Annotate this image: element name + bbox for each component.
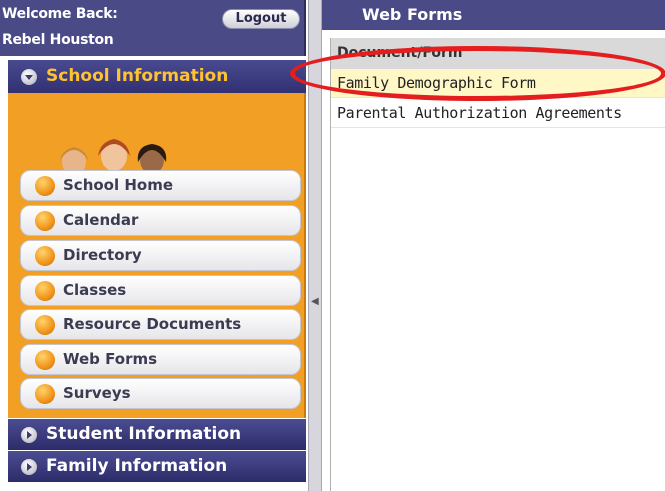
nav-web-forms[interactable]: Web Forms [20,344,301,375]
nav-calendar[interactable]: Calendar [20,205,301,236]
main-content: Web Forms Document/Form Family Demograph… [322,0,665,491]
nav-label: Directory [63,246,142,264]
chevron-right-icon [21,427,37,443]
section-student-information[interactable]: Student Information [8,419,306,450]
panel-splitter[interactable]: ◀ [308,0,322,491]
nav-classes[interactable]: Classes [20,275,301,306]
nav-label: Calendar [63,211,139,229]
collapse-arrow-icon[interactable]: ◀ [311,296,319,307]
section-label: School Information [46,66,229,86]
nav-school-home[interactable]: School Home [20,170,301,201]
nav-resource-documents[interactable]: Resource Documents [20,309,301,340]
section-school-information[interactable]: School Information [8,60,306,93]
orange-bullet-icon [35,176,55,196]
orange-bullet-icon [35,350,55,370]
section-label: Family Information [46,456,228,476]
table-row[interactable]: Parental Authorization Agreements [331,99,665,128]
welcome-greeting: Welcome Back: [2,6,118,22]
nav-label: School Home [63,176,174,194]
nav-label: Web Forms [63,350,158,368]
app-window: Welcome Back: Rebel Houston Logout Schoo… [0,0,665,491]
sidebar: Welcome Back: Rebel Houston Logout Schoo… [0,0,306,491]
user-name: Rebel Houston [2,32,114,48]
orange-bullet-icon [35,246,55,266]
nav-directory[interactable]: Directory [20,240,301,271]
section-label: Student Information [46,424,242,444]
column-header-document-form[interactable]: Document/Form [331,38,665,69]
nav-label: Resource Documents [63,315,242,333]
table-row[interactable]: Family Demographic Form [331,69,665,98]
school-info-panel: School Home Calendar Directory Classes R… [8,93,306,418]
forms-table: Document/Form Family Demographic Form Pa… [330,38,665,491]
orange-bullet-icon [35,281,55,301]
nav-surveys[interactable]: Surveys [20,378,301,409]
orange-bullet-icon [35,211,55,231]
logout-button[interactable]: Logout [222,9,300,29]
chevron-right-icon [21,459,37,475]
section-family-information[interactable]: Family Information [8,451,306,482]
page-title: Web Forms [322,0,665,30]
orange-bullet-icon [35,384,55,404]
orange-bullet-icon [35,315,55,335]
nav-label: Surveys [63,384,131,402]
welcome-bar: Welcome Back: Rebel Houston Logout [0,0,306,56]
nav-label: Classes [63,281,127,299]
chevron-down-icon [21,69,37,85]
